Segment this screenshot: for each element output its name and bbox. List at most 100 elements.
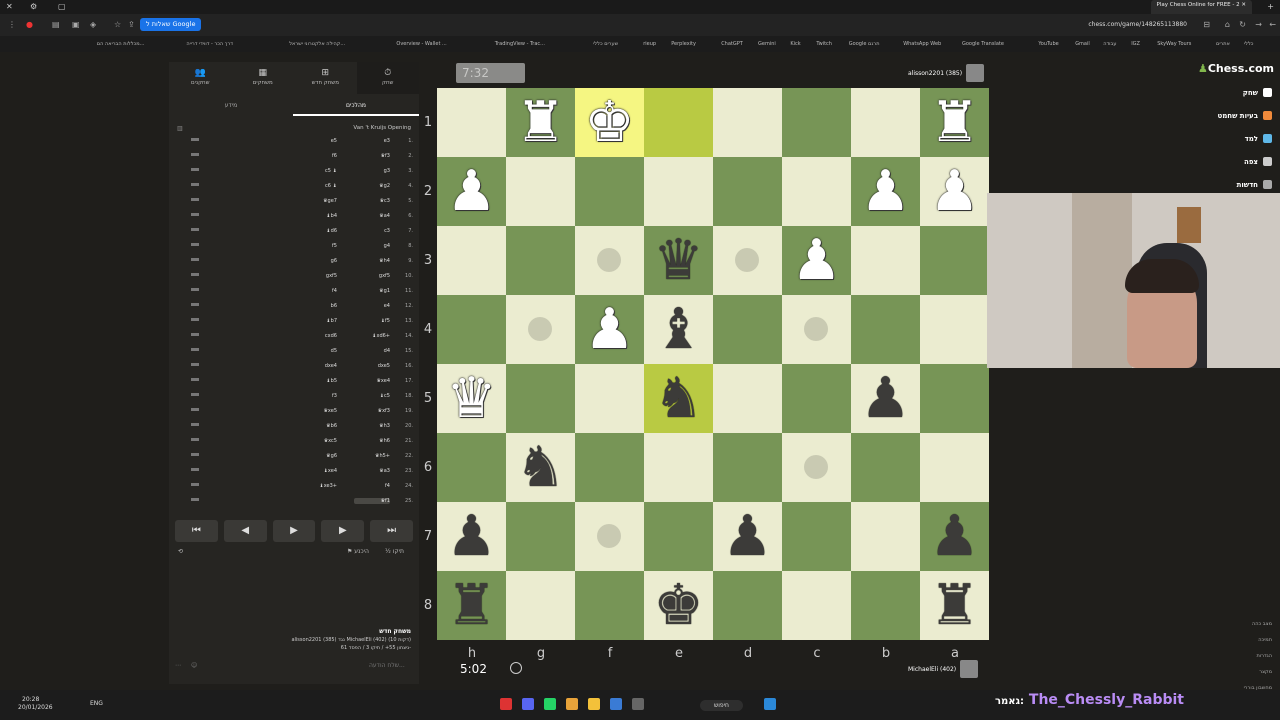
black-pawn-icon[interactable]: ♟: [851, 364, 920, 433]
black-move[interactable]: ♛xe5: [301, 408, 337, 414]
address-bar[interactable]: chess.com/game/148265113880: [1088, 21, 1187, 28]
board-square[interactable]: [851, 226, 920, 295]
black-rook-icon[interactable]: ♜: [920, 571, 989, 640]
white-king-icon[interactable]: ♚: [575, 88, 644, 157]
board-square[interactable]: [713, 433, 782, 502]
black-king-icon[interactable]: ♚: [644, 571, 713, 640]
black-pawn-icon[interactable]: ♟: [713, 502, 782, 571]
bookmark-item[interactable]: Gmail: [1075, 41, 1090, 47]
white-move[interactable]: ♛g2: [354, 183, 390, 189]
bookmark-item[interactable]: SkyWay Tours: [1157, 41, 1191, 47]
legal-move-dot[interactable]: [735, 248, 759, 272]
share-icon[interactable]: ⇪: [128, 20, 135, 29]
reader-icon[interactable]: ▤: [52, 20, 60, 29]
board-square[interactable]: [782, 88, 851, 157]
white-move[interactable]: ♝f5: [354, 318, 390, 324]
bookmark-item[interactable]: מכללות הבריאה הם...: [97, 41, 145, 47]
chesscom-logo[interactable]: ♟Chess.com: [1198, 62, 1274, 75]
player-avatar[interactable]: [960, 660, 979, 678]
board-square[interactable]: [920, 433, 989, 502]
browser-tab-active[interactable]: Play Chess Online for FREE - 2 ✕: [1150, 0, 1252, 14]
black-move[interactable]: ♛b6: [301, 423, 337, 429]
discord-icon[interactable]: [522, 698, 534, 710]
black-move[interactable]: ♝d6: [301, 228, 337, 234]
black-move[interactable]: c5 ♝: [301, 168, 337, 174]
board-square[interactable]: [713, 157, 782, 226]
nav-item[interactable]: שחק: [1243, 88, 1272, 97]
taskbar-search[interactable]: חיפוש: [700, 700, 743, 711]
board-square[interactable]: [920, 295, 989, 364]
legal-move-dot[interactable]: [528, 317, 552, 341]
black-move[interactable]: e5: [301, 138, 337, 144]
nav-bottom-link[interactable]: תמיכה: [1244, 632, 1272, 648]
board-square[interactable]: [851, 433, 920, 502]
board-square[interactable]: [713, 571, 782, 640]
white-move[interactable]: ♛xe4: [354, 378, 390, 384]
next-move-button[interactable]: ▶: [321, 520, 365, 542]
board-square[interactable]: [575, 433, 644, 502]
white-move[interactable]: dxe5: [354, 363, 390, 369]
settings-icon[interactable]: ⚙: [30, 2, 37, 11]
bookmark-item[interactable]: כללי: [1244, 41, 1253, 47]
white-move[interactable]: ♛a3: [354, 468, 390, 474]
tab-moves[interactable]: מהלכים: [293, 98, 419, 116]
play-button[interactable]: ▶: [272, 520, 316, 542]
black-move[interactable]: ♝xe3+: [301, 483, 337, 489]
bookmark-item[interactable]: קהילה אלקטרוני ישראל...: [289, 41, 345, 47]
bookmark-item[interactable]: Overview - Wallet ...: [396, 41, 446, 47]
black-move[interactable]: ♝b7: [301, 318, 337, 324]
white-rook-icon[interactable]: ♜: [920, 88, 989, 157]
reload-icon[interactable]: ↻: [1239, 20, 1246, 29]
black-knight-icon[interactable]: ♞: [644, 364, 713, 433]
white-move[interactable]: d4: [354, 348, 390, 354]
black-queen-icon[interactable]: ♛: [644, 226, 713, 295]
board-square[interactable]: [713, 295, 782, 364]
chrome-icon[interactable]: [566, 698, 578, 710]
white-move[interactable]: ♛a4: [354, 213, 390, 219]
star-icon[interactable]: ☆: [114, 20, 121, 29]
nav-bottom-link[interactable]: מקצר: [1244, 664, 1272, 680]
white-rook-icon[interactable]: ♜: [506, 88, 575, 157]
board-square[interactable]: [506, 502, 575, 571]
record-icon[interactable]: ●: [26, 20, 33, 29]
board-square[interactable]: [920, 364, 989, 433]
close-window-icon[interactable]: ✕: [6, 2, 13, 11]
legal-move-dot[interactable]: [597, 248, 621, 272]
taskview-icon[interactable]: [632, 698, 644, 710]
white-move[interactable]: ♛f3: [354, 153, 390, 159]
bookmark-item[interactable]: Gemini: [758, 41, 776, 47]
black-knight-icon[interactable]: ♞: [506, 433, 575, 502]
folder-icon[interactable]: [588, 698, 600, 710]
board-square[interactable]: [506, 364, 575, 433]
draw-button[interactable]: ½ תיקו: [385, 548, 404, 555]
board-square[interactable]: [713, 88, 782, 157]
bookmark-item[interactable]: ChatGPT: [721, 41, 743, 47]
last-move-button[interactable]: ⏭: [370, 520, 413, 542]
white-pawn-icon[interactable]: ♟: [575, 295, 644, 364]
bookmark-item[interactable]: Google Translate: [962, 41, 1004, 47]
black-move[interactable]: cxd6: [301, 333, 337, 339]
black-move[interactable]: b6: [301, 303, 337, 309]
board-square[interactable]: [506, 157, 575, 226]
bookmark-item[interactable]: Twitch: [816, 41, 832, 47]
board-square[interactable]: [575, 364, 644, 433]
black-move[interactable]: ♛g6: [301, 453, 337, 459]
black-move[interactable]: f4: [301, 288, 337, 294]
nav-bottom-link[interactable]: הגדרות: [1244, 648, 1272, 664]
back-icon[interactable]: ←: [1269, 20, 1276, 29]
forward-icon[interactable]: →: [1255, 20, 1262, 29]
white-move[interactable]: ♛h6: [354, 438, 390, 444]
black-move[interactable]: ♝b4: [301, 213, 337, 219]
panel-tab[interactable]: ⏱ שחק: [356, 62, 419, 94]
bookmark-item[interactable]: rieup: [643, 41, 656, 47]
app-icon[interactable]: [500, 698, 512, 710]
tabs-icon[interactable]: ▣: [72, 20, 80, 29]
white-move[interactable]: g4: [354, 243, 390, 249]
board-square[interactable]: [920, 226, 989, 295]
black-move[interactable]: dxe4: [301, 363, 337, 369]
white-move[interactable]: ♝xd6+: [354, 333, 390, 339]
legal-move-dot[interactable]: [597, 524, 621, 548]
nav-item[interactable]: חדשות: [1237, 180, 1272, 189]
player-name[interactable]: MichaelEli (402): [908, 666, 956, 673]
black-move[interactable]: c6 ♝: [301, 183, 337, 189]
